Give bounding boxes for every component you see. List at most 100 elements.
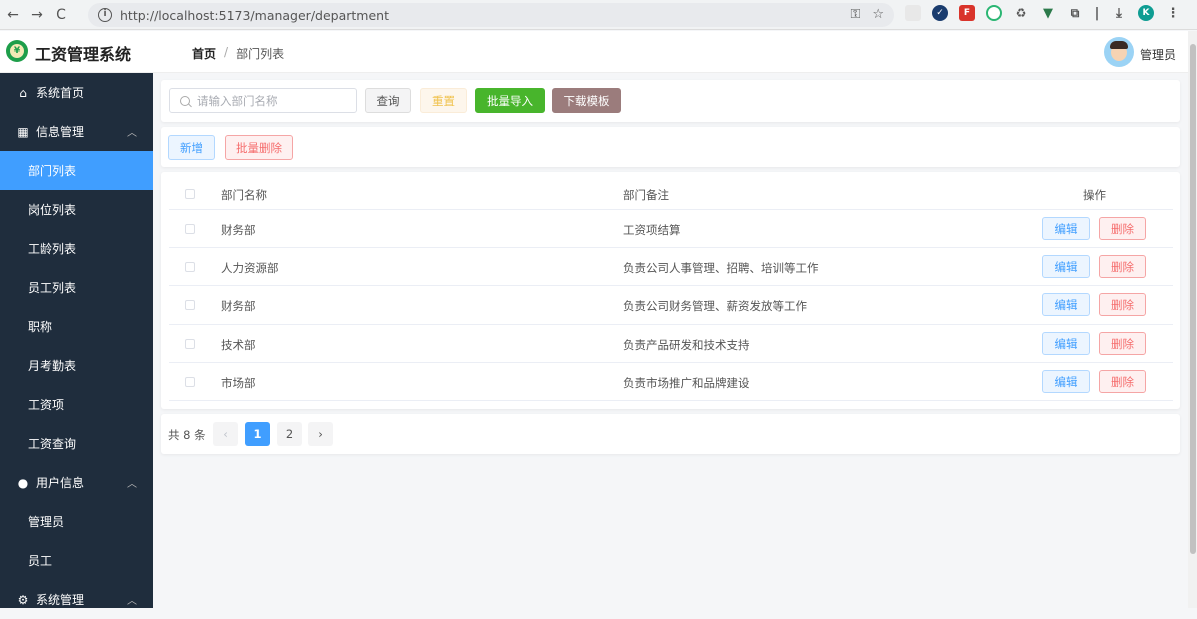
download-icon[interactable]: ⤓ xyxy=(1111,5,1127,21)
sidebar-item-label: 员工 xyxy=(28,554,53,568)
edit-button[interactable]: 编辑 xyxy=(1042,332,1090,355)
sidebar-item-salary-item[interactable]: 工资项 xyxy=(0,385,153,424)
delete-button[interactable]: 删除 xyxy=(1099,293,1146,316)
sidebar-group-label: 用户信息 xyxy=(36,476,85,490)
divider-icon: | xyxy=(1094,5,1100,21)
star-icon[interactable]: ☆ xyxy=(872,7,884,22)
sidebar-item-department[interactable]: 部门列表 xyxy=(0,151,153,190)
fe-extension-icon[interactable]: F xyxy=(959,5,975,21)
home-icon: ⌂ xyxy=(19,85,27,100)
row-checkbox[interactable] xyxy=(185,300,195,310)
row-checkbox[interactable] xyxy=(185,262,195,272)
search-input[interactable]: 请输入部门名称 xyxy=(169,88,357,113)
column-header-note: 部门备注 xyxy=(623,188,669,202)
sidebar-item-home[interactable]: ⌂ 系统首页 xyxy=(0,73,153,112)
next-page-button[interactable]: › xyxy=(308,422,333,446)
column-header-name: 部门名称 xyxy=(221,188,267,202)
row-checkbox[interactable] xyxy=(185,224,195,234)
more-menu-icon[interactable]: ⋮ xyxy=(1165,5,1181,21)
delete-button[interactable]: 删除 xyxy=(1099,255,1146,278)
add-button[interactable]: 新增 xyxy=(168,135,215,160)
delete-button[interactable]: 删除 xyxy=(1099,370,1146,393)
department-note: 负责公司财务管理、薪资发放等工作 xyxy=(623,299,807,313)
batch-import-button[interactable]: 批量导入 xyxy=(475,88,545,113)
breadcrumb-separator: / xyxy=(224,45,229,59)
delete-button[interactable]: 删除 xyxy=(1099,217,1146,240)
avatar[interactable] xyxy=(1104,37,1134,67)
pagination: 共 8 条 ‹ 1 2 › xyxy=(161,414,1180,454)
search-panel: 请输入部门名称 查询 重置 批量导入 下载模板 xyxy=(161,80,1180,122)
profile-avatar-icon[interactable]: K xyxy=(1138,5,1154,21)
reload-icon[interactable]: C xyxy=(50,4,72,26)
reset-button[interactable]: 重置 xyxy=(420,88,467,113)
user-icon: ● xyxy=(17,475,29,490)
page-button-2[interactable]: 2 xyxy=(277,422,302,446)
gear-icon: ⚙ xyxy=(17,592,29,607)
breadcrumb-current: 部门列表 xyxy=(236,47,285,61)
select-all-checkbox[interactable] xyxy=(185,189,195,199)
department-table: 部门名称 部门备注 操作 财务部 工资项结算 编辑 删除 人力资源部 负责公司人… xyxy=(161,172,1180,409)
row-checkbox[interactable] xyxy=(185,339,195,349)
sidebar-group-info[interactable]: ▦ 信息管理 ︿ xyxy=(0,112,153,151)
department-name: 技术部 xyxy=(221,338,256,352)
sidebar-item-title[interactable]: 职称 xyxy=(0,307,153,346)
query-button[interactable]: 查询 xyxy=(365,88,411,113)
sidebar-item-attendance[interactable]: 月考勤表 xyxy=(0,346,153,385)
sidebar-item-label: 岗位列表 xyxy=(28,203,77,217)
breadcrumb: 首页 / 部门列表 xyxy=(192,45,284,62)
chevron-up-icon: ︿ xyxy=(127,596,137,607)
edit-button[interactable]: 编辑 xyxy=(1042,217,1090,240)
breadcrumb-home[interactable]: 首页 xyxy=(192,45,216,62)
key-icon[interactable]: ⚿ xyxy=(850,7,860,22)
browser-toolbar: ← → C i http://localhost:5173/manager/de… xyxy=(0,0,1197,30)
sidebar-item-position[interactable]: 岗位列表 xyxy=(0,190,153,229)
search-placeholder: 请输入部门名称 xyxy=(197,93,278,108)
sidebar-item-label: 管理员 xyxy=(28,515,65,529)
department-note: 工资项结算 xyxy=(623,223,681,237)
address-bar[interactable]: i http://localhost:5173/manager/departme… xyxy=(88,3,894,27)
green-extension-icon[interactable] xyxy=(986,5,1002,21)
sidebar-item-salary-query[interactable]: 工资查询 xyxy=(0,424,153,463)
user-name[interactable]: 管理员 xyxy=(1140,46,1176,63)
scrollbar-thumb[interactable] xyxy=(1190,44,1196,554)
app-header: ¥ 工资管理系统 首页 / 部门列表 管理员 xyxy=(0,31,1188,73)
sidebar-item-label: 工资查询 xyxy=(28,437,77,451)
table-row: 人力资源部 负责公司人事管理、招聘、培训等工作 编辑 删除 xyxy=(169,248,1173,286)
url-text[interactable]: http://localhost:5173/manager/department xyxy=(120,8,389,23)
recycle-extension-icon[interactable]: ♻ xyxy=(1013,5,1029,21)
sidebar-item-staff[interactable]: 员工 xyxy=(0,541,153,580)
department-name: 人力资源部 xyxy=(221,261,279,275)
puzzle-extension-icon[interactable]: ⧉ xyxy=(1067,5,1083,21)
row-checkbox[interactable] xyxy=(185,377,195,387)
chevron-up-icon: ︿ xyxy=(127,128,137,139)
sidebar-item-label: 员工列表 xyxy=(28,281,77,295)
sidebar-item-label: 工龄列表 xyxy=(28,242,77,256)
sidebar-group-user[interactable]: ● 用户信息 ︿ xyxy=(0,463,153,502)
delete-button[interactable]: 删除 xyxy=(1099,332,1146,355)
back-icon[interactable]: ← xyxy=(2,4,24,26)
info-icon[interactable]: i xyxy=(98,8,112,22)
department-name: 财务部 xyxy=(221,299,256,313)
pagination-total: 共 8 条 xyxy=(168,428,206,442)
batch-delete-button[interactable]: 批量删除 xyxy=(225,135,293,160)
prev-page-button[interactable]: ‹ xyxy=(213,422,238,446)
chevron-up-icon: ︿ xyxy=(127,479,137,490)
table-row: 市场部 负责市场推广和品牌建设 编辑 删除 xyxy=(169,363,1173,401)
sidebar-item-seniority[interactable]: 工龄列表 xyxy=(0,229,153,268)
department-note: 负责产品研发和技术支持 xyxy=(623,338,750,352)
department-note: 负责市场推广和品牌建设 xyxy=(623,376,750,390)
sidebar-item-employee[interactable]: 员工列表 xyxy=(0,268,153,307)
edit-button[interactable]: 编辑 xyxy=(1042,293,1090,316)
sidebar-item-admin[interactable]: 管理员 xyxy=(0,502,153,541)
grid-icon: ▦ xyxy=(17,124,29,139)
forward-icon[interactable]: → xyxy=(26,4,48,26)
sidebar-item-label: 部门列表 xyxy=(28,164,77,178)
check-extension-icon[interactable]: ✓ xyxy=(932,5,948,21)
edit-button[interactable]: 编辑 xyxy=(1042,370,1090,393)
edit-button[interactable]: 编辑 xyxy=(1042,255,1090,278)
download-template-button[interactable]: 下载模板 xyxy=(552,88,621,113)
sidebar-group-system[interactable]: ⚙ 系统管理 ︿ xyxy=(0,580,153,619)
extension-icon[interactable] xyxy=(905,5,921,21)
vue-devtools-icon[interactable]: ▼ xyxy=(1040,5,1056,21)
page-button-1[interactable]: 1 xyxy=(245,422,270,446)
